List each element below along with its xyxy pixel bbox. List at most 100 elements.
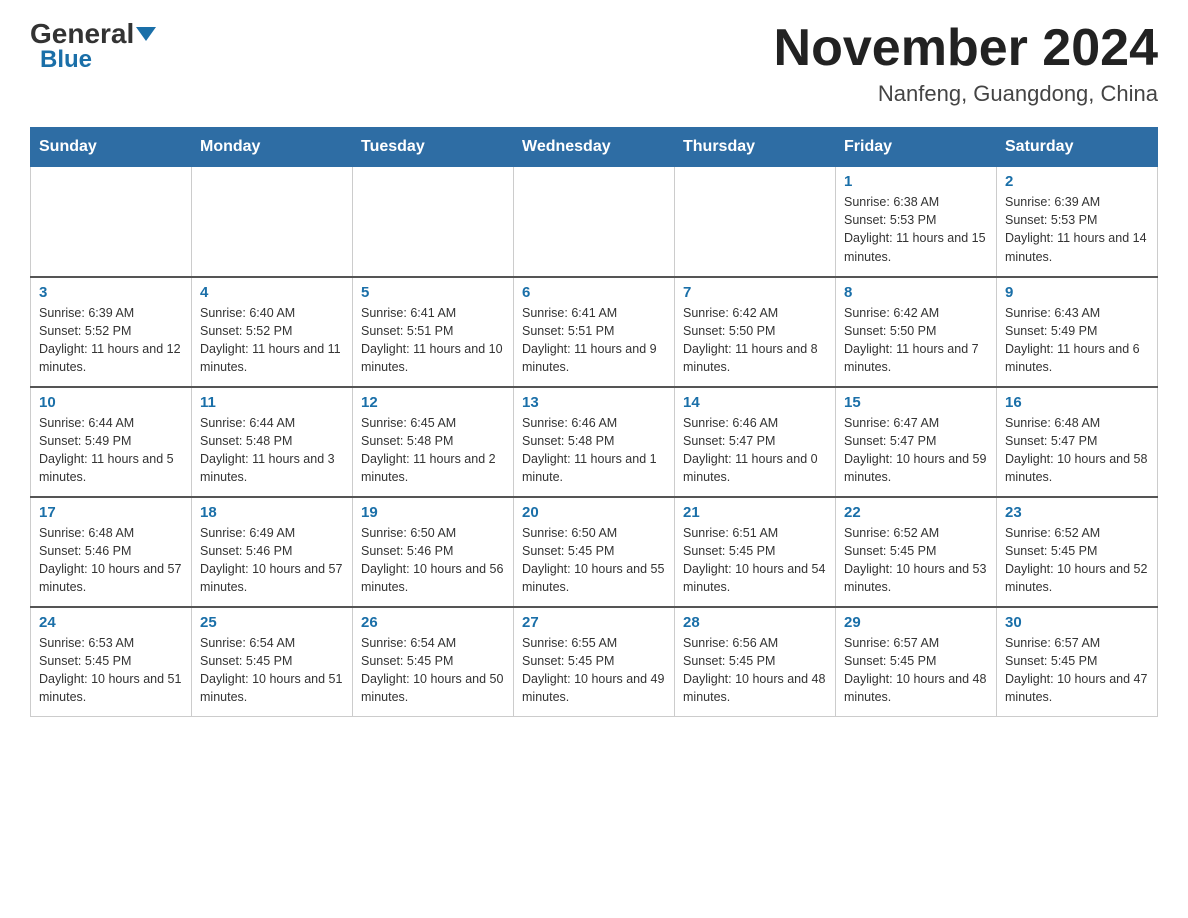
calendar-cell: 7 Sunrise: 6:42 AM Sunset: 5:50 PM Daylig… [675,277,836,387]
calendar-week-row: 1 Sunrise: 6:38 AM Sunset: 5:53 PM Daylig… [31,167,1158,277]
calendar-cell: 18 Sunrise: 6:49 AM Sunset: 5:46 PM Dayli… [192,497,353,607]
calendar-cell: 27 Sunrise: 6:55 AM Sunset: 5:45 PM Dayli… [514,607,675,717]
calendar-cell: 19Sunrise: 6:50 AM Sunset: 5:46 PM Dayli… [353,497,514,607]
calendar-cell: 22 Sunrise: 6:52 AM Sunset: 5:45 PM Dayli… [836,497,997,607]
day-info: Sunrise: 6:48 AM Sunset: 5:46 PM Dayligh… [39,524,183,597]
day-number: 15 [844,394,988,411]
day-number: 8 [844,284,988,301]
calendar-cell: 21 Sunrise: 6:51 AM Sunset: 5:45 PM Dayli… [675,497,836,607]
day-info: Sunrise: 6:42 AM Sunset: 5:50 PM Dayligh… [683,304,827,377]
calendar-cell: 3 Sunrise: 6:39 AM Sunset: 5:52 PM Daylig… [31,277,192,387]
day-info: Sunrise: 6:42 AM Sunset: 5:50 PM Dayligh… [844,304,988,377]
day-number: 17 [39,504,183,521]
calendar-cell: 9 Sunrise: 6:43 AM Sunset: 5:49 PM Daylig… [997,277,1158,387]
day-info: Sunrise: 6:52 AM Sunset: 5:45 PM Dayligh… [1005,524,1149,597]
day-number: 21 [683,504,827,521]
day-number: 22 [844,504,988,521]
day-number: 25 [200,614,344,631]
day-info: Sunrise: 6:52 AM Sunset: 5:45 PM Dayligh… [844,524,988,597]
day-info: Sunrise: 6:41 AM Sunset: 5:51 PM Dayligh… [361,304,505,377]
day-number: 23 [1005,504,1149,521]
day-info: Sunrise: 6:55 AM Sunset: 5:45 PM Dayligh… [522,634,666,707]
day-info: Sunrise: 6:40 AM Sunset: 5:52 PM Dayligh… [200,304,344,377]
day-info: Sunrise: 6:45 AM Sunset: 5:48 PM Dayligh… [361,414,505,487]
day-number: 18 [200,504,344,521]
day-number: 1 [844,173,988,190]
calendar-cell: 2Sunrise: 6:39 AM Sunset: 5:53 PM Daylig… [997,167,1158,277]
calendar-cell [353,167,514,277]
day-info: Sunrise: 6:39 AM Sunset: 5:52 PM Dayligh… [39,304,183,377]
day-info: Sunrise: 6:53 AM Sunset: 5:45 PM Dayligh… [39,634,183,707]
calendar-cell: 11 Sunrise: 6:44 AM Sunset: 5:48 PM Dayli… [192,387,353,497]
calendar-cell: 16Sunrise: 6:48 AM Sunset: 5:47 PM Dayli… [997,387,1158,497]
header-thursday: Thursday [675,128,836,167]
day-number: 27 [522,614,666,631]
day-number: 10 [39,394,183,411]
header-saturday: Saturday [997,128,1158,167]
title-area: November 2024 Nanfeng, Guangdong, China [774,20,1158,107]
calendar-cell [192,167,353,277]
logo-arrow-icon [136,27,156,41]
calendar-cell: 29Sunrise: 6:57 AM Sunset: 5:45 PM Dayli… [836,607,997,717]
day-info: Sunrise: 6:46 AM Sunset: 5:47 PM Dayligh… [683,414,827,487]
day-info: Sunrise: 6:57 AM Sunset: 5:45 PM Dayligh… [844,634,988,707]
calendar-cell: 20 Sunrise: 6:50 AM Sunset: 5:45 PM Dayli… [514,497,675,607]
day-number: 5 [361,284,505,301]
calendar-cell: 13Sunrise: 6:46 AM Sunset: 5:48 PM Dayli… [514,387,675,497]
day-number: 24 [39,614,183,631]
calendar-cell: 24 Sunrise: 6:53 AM Sunset: 5:45 PM Dayli… [31,607,192,717]
day-info: Sunrise: 6:54 AM Sunset: 5:45 PM Dayligh… [361,634,505,707]
calendar-table: SundayMondayTuesdayWednesdayThursdayFrid… [30,127,1158,717]
day-info: Sunrise: 6:44 AM Sunset: 5:49 PM Dayligh… [39,414,183,487]
calendar-cell: 23 Sunrise: 6:52 AM Sunset: 5:45 PM Dayli… [997,497,1158,607]
calendar-cell: 8 Sunrise: 6:42 AM Sunset: 5:50 PM Daylig… [836,277,997,387]
day-info: Sunrise: 6:38 AM Sunset: 5:53 PM Dayligh… [844,193,988,266]
day-info: Sunrise: 6:44 AM Sunset: 5:48 PM Dayligh… [200,414,344,487]
calendar-week-row: 17 Sunrise: 6:48 AM Sunset: 5:46 PM Dayli… [31,497,1158,607]
day-number: 3 [39,284,183,301]
calendar-cell: 1 Sunrise: 6:38 AM Sunset: 5:53 PM Daylig… [836,167,997,277]
day-number: 30 [1005,614,1149,631]
calendar-cell: 26 Sunrise: 6:54 AM Sunset: 5:45 PM Dayli… [353,607,514,717]
day-number: 2 [1005,173,1149,190]
day-info: Sunrise: 6:57 AM Sunset: 5:45 PM Dayligh… [1005,634,1149,707]
calendar-week-row: 10 Sunrise: 6:44 AM Sunset: 5:49 PM Dayli… [31,387,1158,497]
location-title: Nanfeng, Guangdong, China [774,81,1158,107]
day-number: 7 [683,284,827,301]
day-number: 4 [200,284,344,301]
day-number: 14 [683,394,827,411]
day-info: Sunrise: 6:54 AM Sunset: 5:45 PM Dayligh… [200,634,344,707]
day-number: 9 [1005,284,1149,301]
logo-general-text: General [30,20,134,48]
day-info: Sunrise: 6:43 AM Sunset: 5:49 PM Dayligh… [1005,304,1149,377]
header-friday: Friday [836,128,997,167]
day-info: Sunrise: 6:50 AM Sunset: 5:46 PM Dayligh… [361,524,505,597]
header-wednesday: Wednesday [514,128,675,167]
calendar-week-row: 24 Sunrise: 6:53 AM Sunset: 5:45 PM Dayli… [31,607,1158,717]
page-header: General Blue November 2024 Nanfeng, Guan… [30,20,1158,107]
calendar-header-row: SundayMondayTuesdayWednesdayThursdayFrid… [31,128,1158,167]
day-number: 20 [522,504,666,521]
month-title: November 2024 [774,20,1158,77]
calendar-week-row: 3 Sunrise: 6:39 AM Sunset: 5:52 PM Daylig… [31,277,1158,387]
calendar-cell: 17 Sunrise: 6:48 AM Sunset: 5:46 PM Dayli… [31,497,192,607]
calendar-cell: 28Sunrise: 6:56 AM Sunset: 5:45 PM Dayli… [675,607,836,717]
day-info: Sunrise: 6:50 AM Sunset: 5:45 PM Dayligh… [522,524,666,597]
day-number: 11 [200,394,344,411]
logo-blue-text: Blue [40,46,92,74]
logo: General Blue [30,20,156,74]
calendar-cell: 5 Sunrise: 6:41 AM Sunset: 5:51 PM Daylig… [353,277,514,387]
day-number: 16 [1005,394,1149,411]
calendar-cell: 15Sunrise: 6:47 AM Sunset: 5:47 PM Dayli… [836,387,997,497]
calendar-cell: 10 Sunrise: 6:44 AM Sunset: 5:49 PM Dayli… [31,387,192,497]
header-tuesday: Tuesday [353,128,514,167]
calendar-cell: 30 Sunrise: 6:57 AM Sunset: 5:45 PM Dayli… [997,607,1158,717]
day-info: Sunrise: 6:41 AM Sunset: 5:51 PM Dayligh… [522,304,666,377]
day-number: 13 [522,394,666,411]
calendar-cell: 14 Sunrise: 6:46 AM Sunset: 5:47 PM Dayli… [675,387,836,497]
day-number: 26 [361,614,505,631]
day-info: Sunrise: 6:49 AM Sunset: 5:46 PM Dayligh… [200,524,344,597]
calendar-cell: 12Sunrise: 6:45 AM Sunset: 5:48 PM Dayli… [353,387,514,497]
calendar-cell: 4 Sunrise: 6:40 AM Sunset: 5:52 PM Daylig… [192,277,353,387]
day-info: Sunrise: 6:51 AM Sunset: 5:45 PM Dayligh… [683,524,827,597]
